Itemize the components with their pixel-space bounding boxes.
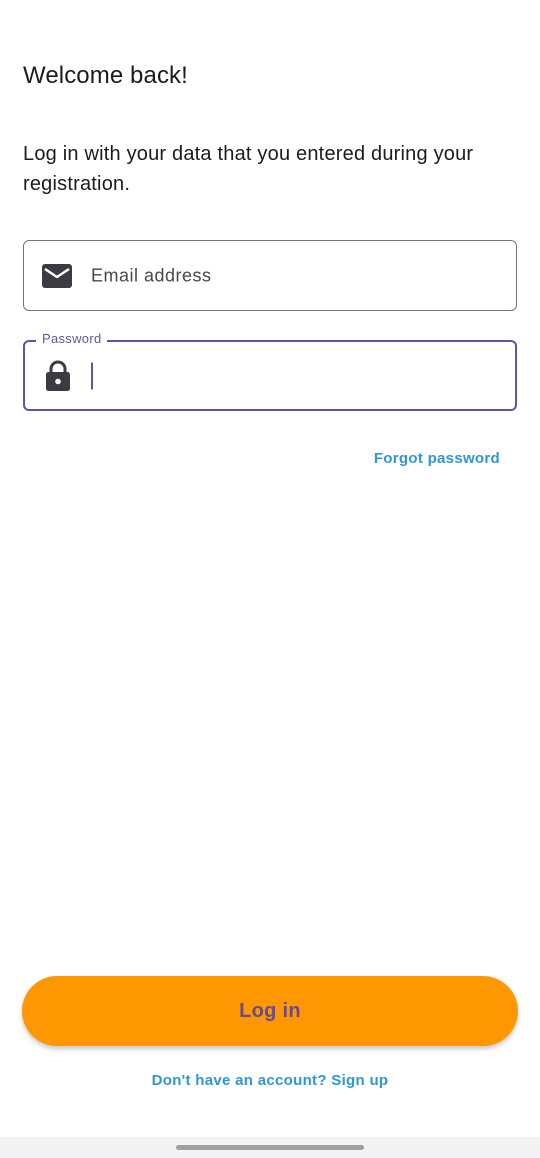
mail-icon [41,260,73,292]
page-title: Welcome back! [23,62,188,89]
password-field[interactable]: Password [23,331,517,411]
password-label: Password [36,331,108,346]
page-subtitle: Log in with your data that you entered d… [23,143,474,195]
system-nav-bar [0,1137,540,1158]
email-placeholder: Email address [91,265,212,285]
home-gesture-handle[interactable] [176,1145,364,1150]
email-field[interactable]: Email address [23,240,517,311]
signup-link[interactable]: Don't have an account? Sign up [0,1072,540,1089]
login-button[interactable]: Log in [22,976,518,1046]
login-screen: Welcome back! Log in with your data that… [0,0,540,1158]
forgot-password-link[interactable]: Forgot password [374,450,500,467]
lock-icon [42,360,74,392]
text-cursor [91,362,93,389]
